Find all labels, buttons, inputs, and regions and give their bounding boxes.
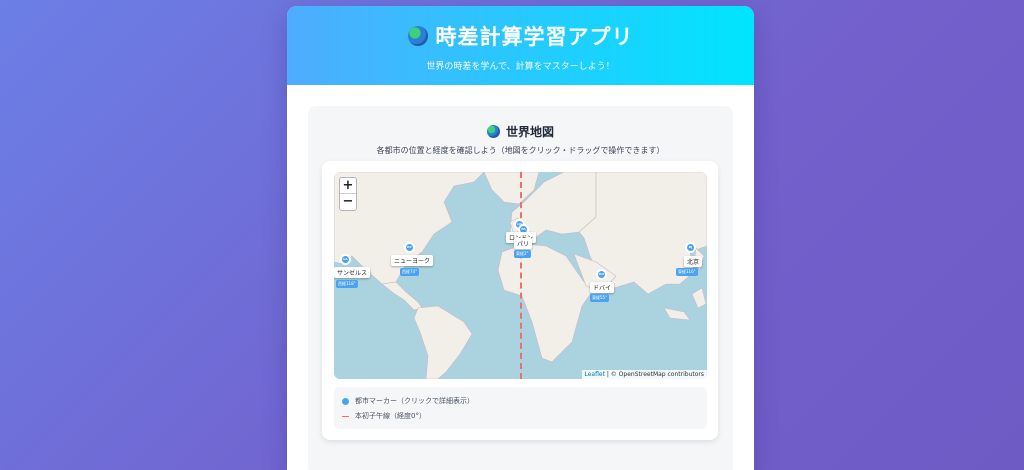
zoom-in-button[interactable]: +: [340, 178, 356, 194]
city-marker-beijing[interactable]: BJ: [685, 242, 696, 253]
map-attribution: Leaflet | © OpenStreetMap contributors: [581, 370, 707, 379]
osm-attribution: | © OpenStreetMap contributors: [604, 371, 704, 378]
section-title: 世界地図: [505, 125, 554, 139]
meridian-line-icon: [342, 415, 349, 417]
app-title: 時差計算学習アプリ: [435, 25, 634, 49]
map-card: + − LA サンゼルス 西経118° NY ニューヨーク 西経74° LN ロ…: [322, 161, 718, 440]
section-title-row: 世界地図: [308, 123, 733, 140]
app-subtitle: 世界の時差を学んで、計算をマスターしよう！: [426, 62, 615, 72]
app-title-row: 時差計算学習アプリ: [287, 6, 754, 51]
map-legend: 都市マーカー（クリックで詳細表示） 本初子午線（経度0°）: [334, 387, 707, 429]
legend-city-marker: 都市マーカー（クリックで詳細表示）: [342, 395, 699, 407]
world-map[interactable]: + − LA サンゼルス 西経118° NY ニューヨーク 西経74° LN ロ…: [334, 172, 707, 379]
city-label-dubai: ドバイ: [590, 282, 615, 293]
city-marker-ny[interactable]: NY: [404, 242, 415, 253]
marker-dot-icon: [342, 397, 349, 405]
globe-icon: [407, 26, 428, 46]
city-offset-dubai: 東経55°: [590, 294, 610, 302]
city-offset-beijing: 東経116°: [676, 268, 698, 276]
city-marker-la[interactable]: LA: [340, 254, 351, 265]
zoom-control: + −: [339, 177, 357, 211]
prime-meridian-line: [520, 172, 522, 379]
city-offset-la: 西経118°: [336, 280, 358, 288]
app-header: 時差計算学習アプリ 世界の時差を学んで、計算をマスターしよう！: [287, 6, 754, 85]
legend-prime-meridian-text: 本初子午線（経度0°）: [355, 412, 426, 420]
section-description: 各都市の位置と経度を確認しよう（地図をクリック・ドラッグで操作できます）: [376, 146, 665, 155]
leaflet-link[interactable]: Leaflet: [585, 371, 605, 378]
city-label-ny: ニューヨーク: [391, 255, 434, 266]
city-label-paris: パリ: [514, 238, 533, 249]
app-window: 時差計算学習アプリ 世界の時差を学んで、計算をマスターしよう！ 世界地図 各都市…: [287, 6, 754, 470]
legend-city-marker-text: 都市マーカー（クリックで詳細表示）: [355, 397, 474, 405]
city-offset-ny: 西経74°: [400, 268, 420, 276]
city-marker-dubai[interactable]: DU: [596, 269, 607, 280]
city-offset-paris: 東経2°: [514, 250, 531, 258]
world-map-section: 世界地図 各都市の位置と経度を確認しよう（地図をクリック・ドラッグで操作できます…: [308, 106, 733, 470]
city-label-la: サンゼルス: [334, 267, 371, 278]
zoom-out-button[interactable]: −: [340, 194, 356, 210]
city-label-beijing: 北京: [684, 256, 703, 267]
legend-prime-meridian: 本初子午線（経度0°）: [342, 410, 699, 422]
globe-icon: [486, 125, 500, 138]
